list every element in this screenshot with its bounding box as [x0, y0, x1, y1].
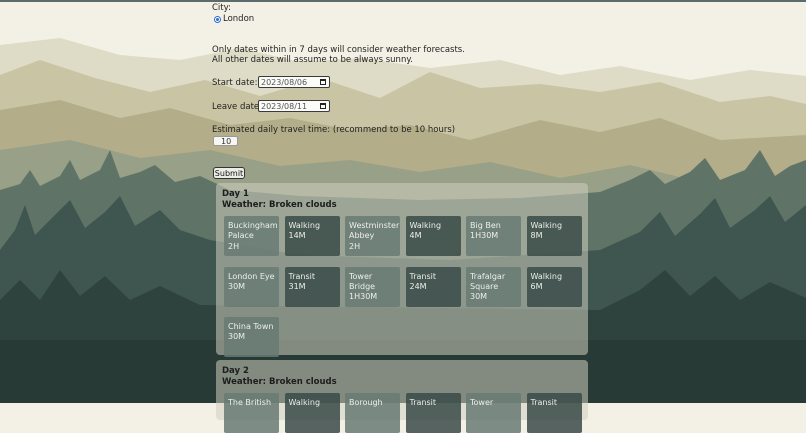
tile-duration: 1H30M	[470, 231, 499, 241]
transport-tile: Walking 14M	[284, 216, 340, 256]
travel-time-label: Estimated daily travel time: (recommend …	[212, 125, 456, 135]
attraction-tile: The British	[224, 393, 279, 433]
tile-duration: 2H	[228, 241, 240, 251]
tile-duration: 31M	[288, 281, 306, 291]
calendar-icon[interactable]	[320, 103, 326, 109]
leave-date-value: 2023/08/11	[261, 101, 308, 111]
top-border	[0, 0, 806, 2]
tile-name: Walking	[288, 221, 321, 230]
tile-name: Westminster Abbey	[349, 221, 400, 241]
attraction-tile: China Town 30M	[224, 317, 279, 357]
tile-duration: 30M	[470, 292, 488, 302]
day-title: Day 2	[222, 366, 249, 376]
leave-date-label: Leave date:	[212, 102, 263, 112]
leave-date-input[interactable]: 2023/08/11	[258, 100, 330, 112]
start-date-input[interactable]: 2023/08/06	[258, 76, 330, 88]
day-panel: Day 2 Weather: Broken clouds The British…	[216, 360, 588, 433]
tile-duration: 14M	[288, 231, 306, 241]
tile-duration: 24M	[409, 281, 427, 291]
day-panel: Day 1 Weather: Broken clouds Buckingham …	[216, 183, 588, 357]
tile-duration: 4M	[409, 231, 422, 241]
tile-duration: 1H30M	[349, 292, 378, 302]
tile-name: China Town	[228, 322, 274, 331]
tile-duration: 2H	[349, 241, 361, 251]
city-radio[interactable]	[214, 15, 221, 23]
transport-tile: Walking 8M	[526, 216, 582, 256]
day-weather: Weather: Broken clouds	[222, 377, 337, 387]
attraction-tile: Westminster Abbey 2H	[345, 216, 400, 256]
attraction-tile: Trafalgar Square 30M	[466, 266, 521, 307]
tile-name: Trafalgar Square	[470, 271, 506, 291]
transport-tile: Walking	[284, 393, 340, 433]
tile-duration: 30M	[228, 281, 246, 291]
city-option-label: London	[223, 14, 255, 24]
city-label: City:	[212, 3, 231, 13]
transport-tile: Transit	[526, 393, 582, 433]
attraction-tile: Tower	[466, 393, 521, 433]
attraction-tile: London Eye 30M	[224, 266, 279, 307]
tile-name: Transit	[288, 271, 316, 281]
day-weather: Weather: Broken clouds	[222, 200, 337, 210]
calendar-icon[interactable]	[320, 79, 326, 85]
attraction-tile: Big Ben 1H30M	[466, 216, 521, 256]
start-date-label: Start date:	[212, 78, 258, 88]
forecast-notice-line2: All other dates will assume to be always…	[212, 55, 413, 65]
forecast-notice-line1: Only dates within in 7 days will conside…	[212, 45, 465, 55]
tile-name: Walking	[409, 221, 442, 230]
start-date-value: 2023/08/06	[261, 77, 308, 87]
transport-tile: Transit 31M	[284, 266, 340, 307]
submit-button[interactable]: Submit	[213, 167, 245, 179]
attraction-tile: Tower Bridge 1H30M	[345, 266, 400, 307]
tile-name: Walking	[530, 221, 563, 230]
day-title: Day 1	[222, 189, 249, 199]
transport-tile: Walking 4M	[405, 216, 461, 256]
transport-tile: Walking 6M	[526, 266, 582, 307]
city-option-london[interactable]: London	[214, 14, 254, 24]
tile-name: Walking	[530, 271, 563, 281]
tile-name: Transit	[409, 271, 437, 281]
transport-tile: Transit	[405, 393, 461, 433]
attraction-tile: Buckingham Palace 2H	[224, 216, 279, 256]
tile-duration: 6M	[530, 281, 543, 291]
attraction-tile: Borough	[345, 393, 400, 433]
tile-duration: 30M	[228, 332, 246, 342]
tile-duration: 8M	[530, 231, 543, 241]
travel-time-input[interactable]: 10	[213, 136, 238, 146]
tile-name: Tower Bridge	[349, 271, 376, 291]
transport-tile: Transit 24M	[405, 266, 461, 307]
tile-name: Buckingham Palace	[228, 221, 278, 241]
tile-name: London Eye	[228, 271, 275, 281]
tile-name: Big Ben	[470, 221, 501, 230]
